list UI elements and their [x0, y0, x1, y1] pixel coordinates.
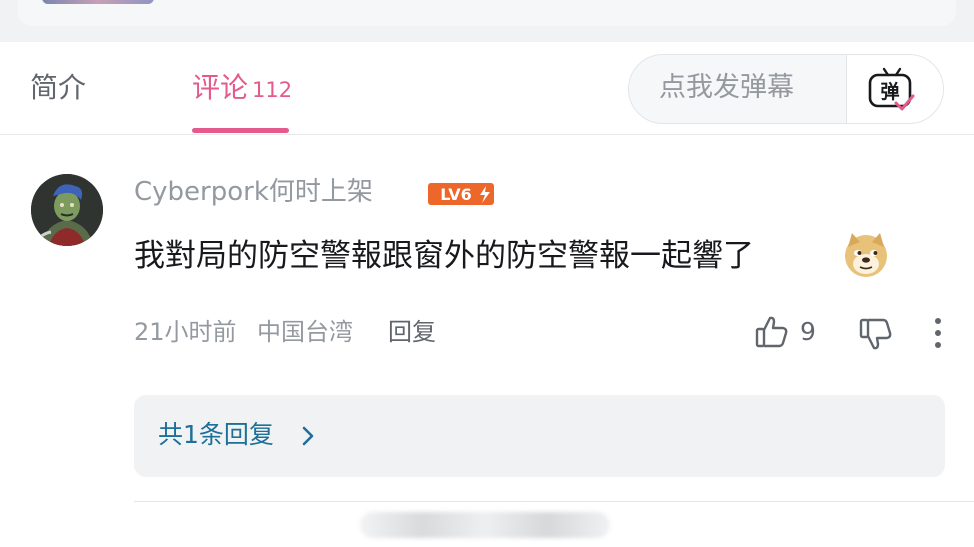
- reply-button[interactable]: 回复: [388, 315, 436, 349]
- avatar[interactable]: [31, 174, 103, 246]
- tab-bar: 简介 评论 112 点我发弹幕 弹: [0, 42, 974, 135]
- view-replies-button[interactable]: 共1条回复: [134, 395, 945, 477]
- comment-divider: [134, 501, 974, 502]
- tab-intro[interactable]: 简介: [30, 70, 86, 106]
- danmaku-input-placeholder[interactable]: 点我发弹幕: [659, 70, 794, 106]
- danmaku-input-box[interactable]: 点我发弹幕 弹: [628, 54, 944, 124]
- danmaku-tv-icon: 弹: [868, 67, 915, 111]
- view-replies-label: 共1条回复: [158, 420, 274, 449]
- dislike-button[interactable]: [858, 316, 894, 356]
- thumbs-down-icon: [859, 318, 892, 350]
- level-badge: LV6: [428, 182, 494, 210]
- level-badge-icon: LV6: [428, 183, 494, 205]
- more-options-icon[interactable]: [926, 316, 950, 350]
- avatar-image: [31, 174, 103, 246]
- tab-comments-label: 评论: [192, 71, 249, 104]
- like-button[interactable]: [754, 314, 790, 354]
- top-thumbnail: [42, 0, 154, 4]
- active-tab-indicator: [192, 128, 289, 133]
- danmaku-toggle-button[interactable]: 弹: [846, 55, 943, 123]
- comment-time: 21小时前: [134, 318, 237, 346]
- thumbs-up-icon: [755, 316, 788, 348]
- chevron-right-icon: [302, 426, 314, 446]
- comment-location: 中国台湾: [257, 318, 353, 346]
- level-badge-text: LV6: [440, 185, 472, 204]
- comment-username[interactable]: Cyberpork何时上架: [134, 174, 373, 210]
- next-comment-placeholder: [360, 512, 610, 538]
- danmaku-glyph: 弹: [880, 80, 899, 103]
- tab-comments[interactable]: 评论 112: [192, 70, 292, 108]
- doge-emoji-icon: [842, 231, 890, 279]
- tab-comments-count: 112: [252, 78, 293, 102]
- like-count: 9: [800, 317, 816, 346]
- comment-text: 我對局的防空警報跟窗外的防空警報一起響了: [134, 238, 754, 274]
- top-card: [18, 0, 956, 26]
